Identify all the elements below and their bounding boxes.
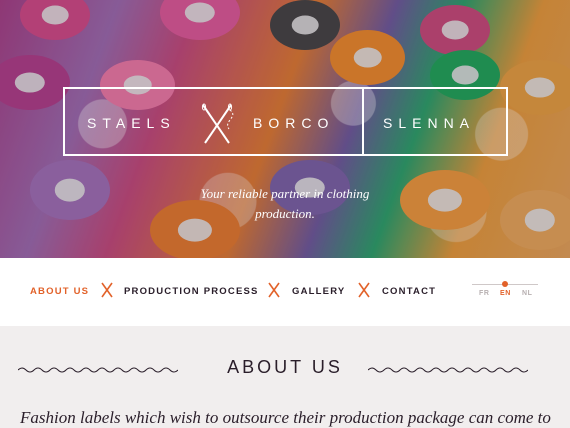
language-nl[interactable]: NL	[522, 290, 533, 297]
hero-tagline: Your reliable partner in clothing produc…	[0, 184, 570, 224]
nav-item-about-us[interactable]: ABOUT US	[30, 286, 89, 297]
needle-cross-icon	[201, 103, 234, 144]
language-en[interactable]: EN	[500, 290, 511, 297]
logo-word-staels: STAELS	[87, 115, 176, 131]
nav-item-gallery[interactable]: GALLERY	[292, 286, 345, 297]
cross-stitch-icon	[358, 282, 370, 298]
cross-stitch-icon	[101, 282, 113, 298]
main-nav: ABOUT US PRODUCTION PROCESS GALLERY CONT…	[0, 258, 570, 326]
cross-stitch-icon	[268, 282, 280, 298]
tagline-line-1: Your reliable partner in clothing	[200, 186, 370, 201]
nav-item-production-process[interactable]: PRODUCTION PROCESS	[124, 286, 259, 297]
nav-item-contact[interactable]: CONTACT	[382, 286, 436, 297]
logo-word-borco: BORCO	[253, 115, 335, 131]
hero-banner: STAELS BORCO SLENNA Your reliable partne…	[0, 0, 570, 258]
logo-divider	[362, 89, 364, 154]
language-slider-indicator	[502, 281, 508, 287]
logo[interactable]: STAELS BORCO SLENNA	[63, 87, 508, 156]
about-intro-text: Fashion labels which wish to outsource t…	[20, 408, 551, 427]
language-fr[interactable]: FR	[479, 290, 490, 297]
about-section: ABOUT US Fashion labels which wish to ou…	[0, 326, 570, 428]
tagline-line-2: production.	[255, 206, 315, 221]
wave-divider-right	[368, 367, 528, 373]
logo-word-slenna: SLENNA	[383, 115, 476, 131]
